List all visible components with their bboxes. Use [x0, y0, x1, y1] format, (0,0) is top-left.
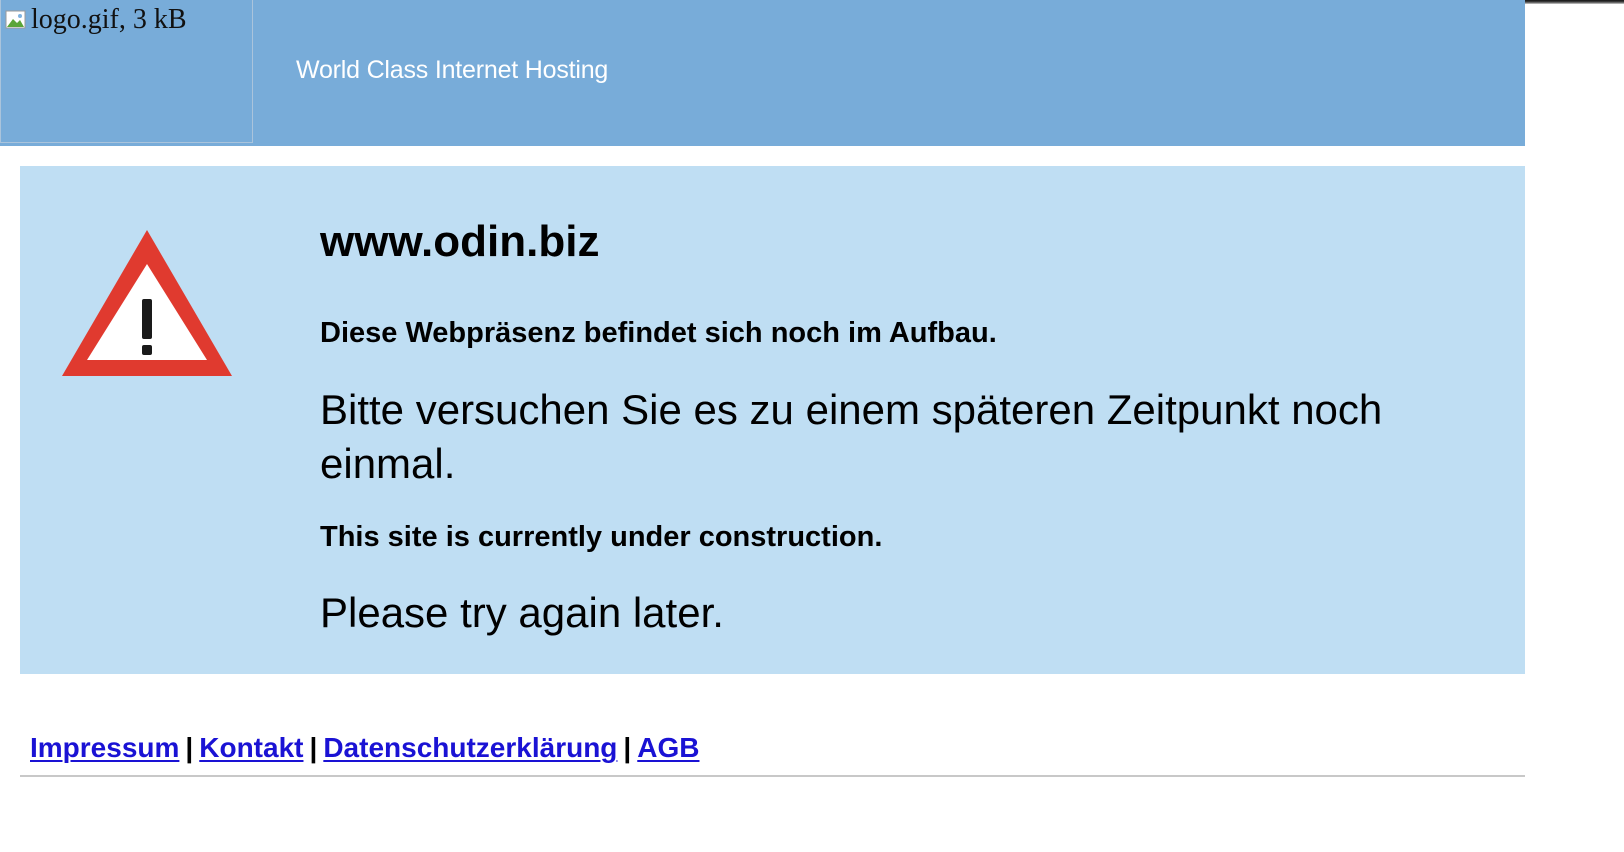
german-construction-text: Diese Webpräsenz befindet sich noch im A…: [320, 317, 997, 349]
english-construction-text: This site is currently under constructio…: [320, 521, 883, 553]
warning-triangle-icon: [62, 230, 232, 376]
logo: logo.gif, 3 kB: [0, 0, 253, 143]
impressum-link[interactable]: Impressum: [30, 732, 179, 763]
datenschutz-link[interactable]: Datenschutzerklärung: [323, 732, 617, 763]
logo-alt-text: logo.gif, 3 kB: [31, 4, 187, 35]
german-retry-text: Bitte versuchen Sie es zu einem späteren…: [320, 386, 1383, 487]
domain-heading: www.odin.biz: [320, 217, 600, 266]
kontakt-link[interactable]: Kontakt: [199, 732, 303, 763]
footer-separator: |: [309, 732, 318, 763]
english-retry-text: Please try again later.: [320, 589, 724, 636]
site-header: logo.gif, 3 kB World Class Internet Host…: [0, 0, 1525, 146]
agb-link[interactable]: AGB: [637, 732, 699, 763]
footer-separator: |: [623, 732, 632, 763]
footer-links: Impressum | Kontakt | Datenschutzerklärung | A…: [30, 731, 699, 765]
site-tagline: World Class Internet Hosting: [296, 56, 609, 84]
footer-divider: [20, 775, 1525, 777]
footer-separator: |: [185, 732, 194, 763]
construction-notice-panel: www.odin.biz Diese Webpräsenz befindet s…: [20, 166, 1525, 674]
broken-image-icon: [5, 10, 26, 29]
